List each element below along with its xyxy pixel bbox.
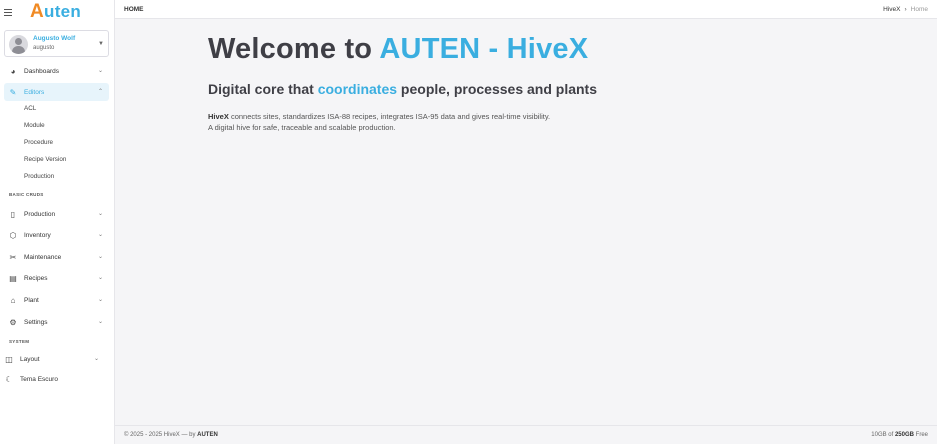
welcome-brand: AUTEN - HiveX xyxy=(379,33,589,65)
user-card[interactable]: Augusto Wolf augusto ▼ xyxy=(4,30,109,57)
main-content: Welcome to AUTEN - HiveX Digital core th… xyxy=(115,19,937,425)
chevron-down-icon: ⌄ xyxy=(97,211,103,217)
sidebar-item-label: Editors xyxy=(24,88,45,96)
theme-toggle[interactable]: ☾ Tema Escuro xyxy=(0,370,105,388)
copyright-text: © 2025 - 2025 HiveX — by xyxy=(124,432,198,438)
breadcrumb-root[interactable]: HiveX xyxy=(883,6,900,13)
breadcrumb-separator: › xyxy=(904,6,907,13)
sidebar-item-label: Dashboards xyxy=(24,67,60,75)
edit-icon: ✎ xyxy=(9,87,17,97)
sidebar-item-production[interactable]: ▯ Production ⌄ xyxy=(4,205,109,223)
logo-letter: A xyxy=(30,1,45,22)
theme-toggle-label: Tema Escuro xyxy=(20,375,58,383)
description-line-1: connects sites, standardizes ISA-88 reci… xyxy=(228,112,551,121)
sidebar-item-layout[interactable]: ◫ Layout ⌄ xyxy=(0,350,105,368)
sidebar-item-maintenance[interactable]: ✂ Maintenance ⌄ xyxy=(4,248,109,266)
logo-text: uten xyxy=(44,2,82,21)
sidebar-subitem-acl[interactable]: ACL xyxy=(24,103,36,115)
user-login: augusto xyxy=(33,45,55,51)
sidebar-item-settings[interactable]: ⚙ Settings ⌄ xyxy=(4,313,109,331)
subtitle-start: Digital core that xyxy=(208,81,318,97)
description: HiveX connects sites, standardizes ISA-8… xyxy=(208,111,708,133)
sidebar-item-label: Production xyxy=(24,210,56,218)
section-label-basic: BASIC CRUDS xyxy=(9,192,44,197)
chevron-down-icon: ⌄ xyxy=(97,319,103,325)
sidebar-item-recipes[interactable]: ▤ Recipes ⌄ xyxy=(4,269,109,287)
subtitle-end: people, processes and plants xyxy=(397,81,597,97)
gauge-icon: ◕ xyxy=(10,66,16,76)
tools-icon: ✂ xyxy=(9,252,17,262)
sidebar-subitem-recipe-version[interactable]: Recipe Version xyxy=(24,154,66,166)
user-name: Augusto Wolf xyxy=(33,35,76,42)
hamburger-menu-icon[interactable] xyxy=(4,9,12,16)
moon-icon: ☾ xyxy=(5,374,13,384)
copyright: © 2025 - 2025 HiveX — by AUTEN xyxy=(124,432,218,438)
welcome-prefix: Welcome to xyxy=(208,33,380,65)
footer: © 2025 - 2025 HiveX — by AUTEN 10GB of 2… xyxy=(115,425,937,444)
caret-down-icon: ▼ xyxy=(98,41,104,47)
description-brand: HiveX xyxy=(208,112,229,121)
storage-total: 250GB xyxy=(894,432,914,438)
logo[interactable]: Auten xyxy=(30,1,82,22)
storage-info: 10GB of 250GB Free xyxy=(871,432,928,438)
company-name: AUTEN xyxy=(197,432,218,438)
avatar xyxy=(9,35,28,54)
box-icon: ⬡ xyxy=(9,230,17,240)
sidebar-item-label: Layout xyxy=(20,355,40,363)
chevron-down-icon: ⌄ xyxy=(97,254,103,260)
sidebar-subitem-module[interactable]: Module xyxy=(24,120,45,132)
chevron-down-icon: ⌄ xyxy=(97,68,103,74)
gear-icon: ⚙ xyxy=(9,317,17,327)
welcome-heading: Welcome to AUTEN - HiveX xyxy=(208,33,588,66)
sidebar-header: Auten xyxy=(0,0,115,25)
sidebar-item-inventory[interactable]: ⬡ Inventory ⌄ xyxy=(4,226,109,244)
layout-icon: ◫ xyxy=(5,354,13,364)
chevron-down-icon: ⌄ xyxy=(97,232,103,238)
subtitle: Digital core that coordinates people, pr… xyxy=(208,81,597,97)
document-icon: ▤ xyxy=(9,273,17,283)
page-title: HOME xyxy=(124,6,144,13)
storage-of: of xyxy=(886,432,895,438)
factory-icon: ⌂ xyxy=(10,295,16,305)
chevron-down-icon: ⌄ xyxy=(97,275,103,281)
description-line-2: A digital hive for safe, traceable and s… xyxy=(208,123,396,132)
sidebar-subitem-procedure[interactable]: Procedure xyxy=(24,137,53,149)
sidebar-item-label: Inventory xyxy=(24,231,51,239)
sidebar-item-label: Maintenance xyxy=(24,253,62,261)
clipboard-icon: ▯ xyxy=(10,209,16,219)
chevron-down-icon: ⌄ xyxy=(93,356,99,362)
sidebar-subitem-production[interactable]: Production xyxy=(24,171,54,183)
sidebar-item-label: Recipes xyxy=(24,274,48,282)
chevron-up-icon: ⌃ xyxy=(97,89,103,95)
storage-used: 10GB xyxy=(871,432,887,438)
storage-free: Free xyxy=(913,432,928,438)
breadcrumb-current: Home xyxy=(910,6,928,13)
chevron-down-icon: ⌄ xyxy=(97,297,103,303)
sidebar-item-dashboards[interactable]: ◕ Dashboards ⌄ xyxy=(4,62,109,80)
sidebar-item-editors[interactable]: ✎ Editors ⌃ xyxy=(4,83,109,101)
breadcrumb: HiveX › Home xyxy=(883,6,928,13)
sidebar: Auten Augusto Wolf augusto ▼ ◕ Dashboard… xyxy=(0,0,115,444)
sidebar-item-label: Plant xyxy=(24,296,39,304)
top-header: HOME HiveX › Home xyxy=(115,0,937,19)
sidebar-item-plant[interactable]: ⌂ Plant ⌄ xyxy=(4,291,109,309)
subtitle-highlight: coordinates xyxy=(317,81,398,97)
sidebar-item-label: Settings xyxy=(24,318,48,326)
section-label-system: SYSTEM xyxy=(9,339,30,344)
